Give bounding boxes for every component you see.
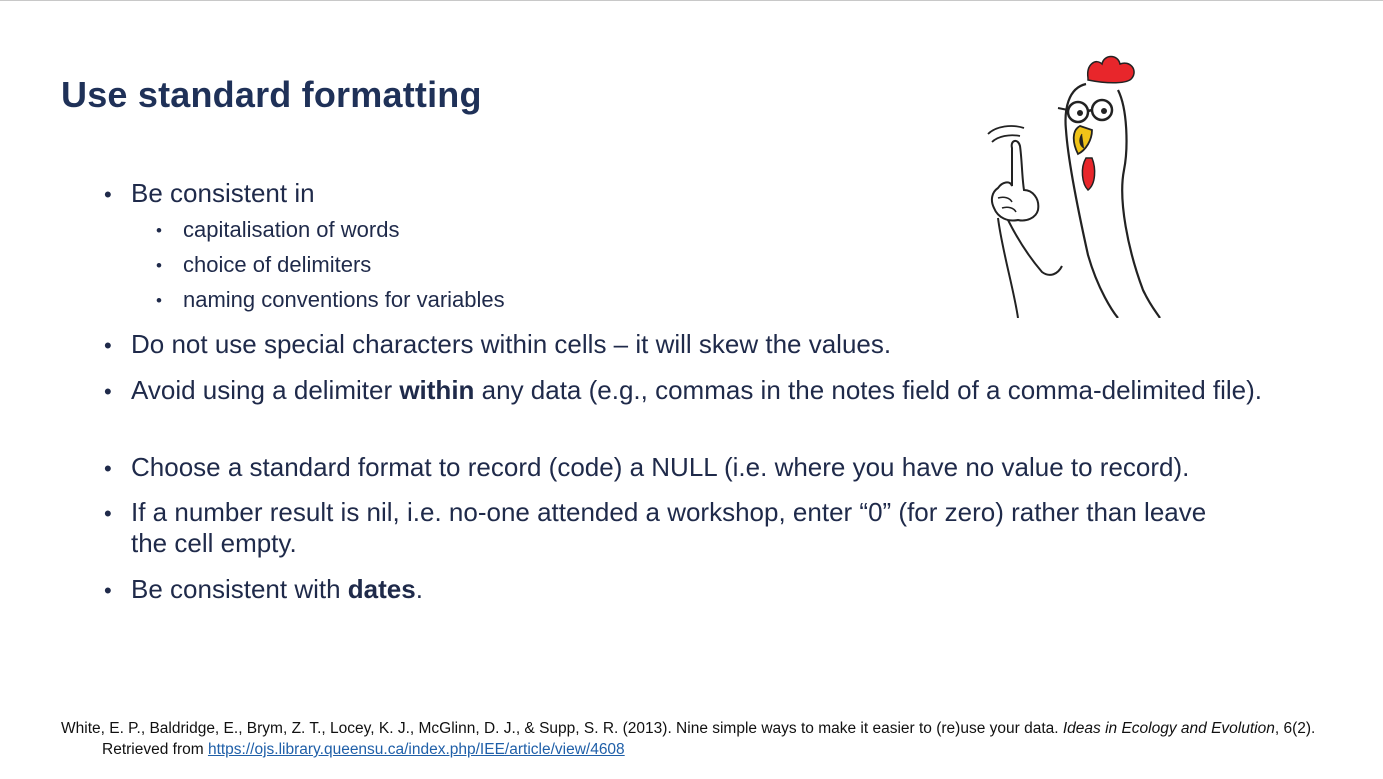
- bullet-nil-result: • If a number result is nil, i.e. no-one…: [104, 497, 1207, 558]
- slide-title: Use standard formatting: [61, 74, 482, 115]
- emphasis-dates: dates: [347, 574, 416, 604]
- bullet-dot-icon: •: [104, 501, 112, 526]
- sub-bullet-naming: • naming conventions for variables: [156, 286, 505, 314]
- rooster-comb: [1087, 55, 1135, 84]
- bullet-dot-icon: •: [156, 291, 162, 310]
- bullet-be-consistent: • Be consistent in: [104, 178, 315, 208]
- bullet-dot-icon: •: [104, 333, 112, 358]
- bullet-dot-icon: •: [104, 379, 112, 404]
- bullet-dot-icon: •: [104, 182, 112, 207]
- rooster-beak: [1072, 125, 1093, 156]
- bullet-dot-icon: •: [156, 256, 162, 275]
- emphasis-within: within: [399, 375, 475, 405]
- sub-bullet-delimiters: • choice of delimiters: [156, 251, 371, 279]
- sub-bullet-capitalisation: • capitalisation of words: [156, 216, 399, 244]
- journal-title: Ideas in Ecology and Evolution: [1062, 720, 1275, 737]
- top-divider: [0, 0, 1383, 1]
- bullet-dot-icon: •: [156, 221, 162, 240]
- bullet-special-characters: • Do not use special characters within c…: [104, 329, 892, 359]
- citation: White, E. P., Baldridge, E., Brym, Z. T.…: [61, 720, 1316, 758]
- bullet-avoid-delimiter: • Avoid using a delimiter within any dat…: [104, 375, 1263, 405]
- bullet-dot-icon: •: [104, 456, 112, 481]
- bullet-dates: • Be consistent with dates.: [104, 574, 423, 604]
- bullet-null-format: • Choose a standard format to record (co…: [104, 452, 1190, 482]
- citation-link[interactable]: https://ojs.library.queensu.ca/index.php…: [208, 741, 625, 758]
- bullet-dot-icon: •: [104, 578, 112, 603]
